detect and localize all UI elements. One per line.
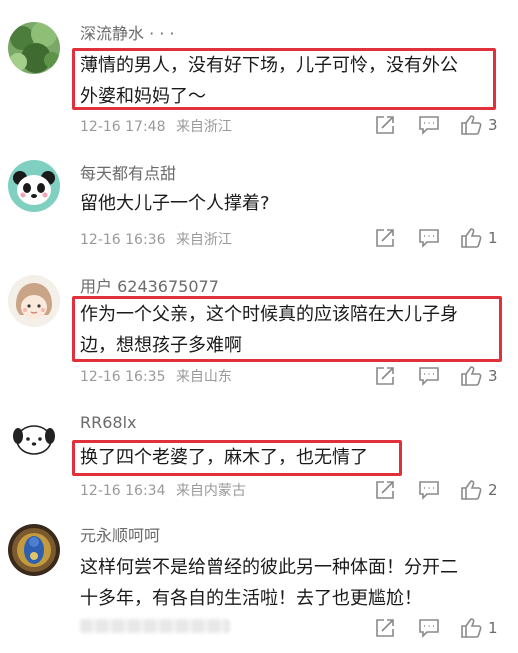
username[interactable]: 用户 6243675077 xyxy=(80,277,219,297)
reply-button[interactable] xyxy=(418,227,440,249)
comment-text: 作为一个父亲，这个时候真的应该陪在大儿子身 边，想想孩子多难啊 xyxy=(80,299,490,361)
comment-actions: 3 xyxy=(374,114,504,138)
avatar[interactable] xyxy=(8,275,60,327)
comment-date: 12-16 17:48 xyxy=(80,119,166,135)
like-button[interactable] xyxy=(460,617,482,639)
comment-text-line: 换了四个老婆了，麻木了，也无情了 xyxy=(80,447,368,468)
avatar[interactable] xyxy=(8,524,60,576)
comment-text-line: 边，想想孩子多难啊 xyxy=(80,335,242,356)
comment-actions: 3 xyxy=(374,365,504,389)
comment-text: 留他大儿子一个人撑着? xyxy=(80,188,490,219)
share-icon xyxy=(376,367,394,385)
reply-button[interactable] xyxy=(418,479,440,501)
like-count: 1 xyxy=(488,619,498,637)
reply-button[interactable] xyxy=(418,114,440,136)
like-count: 2 xyxy=(488,481,498,499)
blue-buddha-avatar-icon xyxy=(8,524,60,576)
thumbs-up-icon xyxy=(461,228,482,248)
share-icon xyxy=(376,116,394,134)
comment-meta: 12-16 17:48 来自浙江 xyxy=(80,118,238,136)
username[interactable]: 元永顺呵呵 xyxy=(80,526,160,546)
thumbs-up-icon xyxy=(461,480,482,500)
thumbs-up-icon xyxy=(461,618,482,638)
share-button[interactable] xyxy=(374,365,396,387)
comment-icon xyxy=(419,229,439,248)
like-button[interactable] xyxy=(460,227,482,249)
share-button[interactable] xyxy=(374,617,396,639)
leaves-avatar-icon xyxy=(8,22,60,74)
comment-text-line: 作为一个父亲，这个时候真的应该陪在大儿子身 xyxy=(80,304,458,325)
comment-meta: 12-16 16:35 来自山东 xyxy=(80,368,238,386)
share-button[interactable] xyxy=(374,114,396,136)
comment-date: 12-16 16:36 xyxy=(80,232,166,248)
comment-actions: 1 xyxy=(374,617,504,641)
thumbs-up-icon xyxy=(461,115,482,135)
comment-actions: 1 xyxy=(374,227,504,251)
reply-button[interactable] xyxy=(418,617,440,639)
like-count: 1 xyxy=(488,229,498,247)
avatar[interactable] xyxy=(8,22,60,74)
username[interactable]: RR68lx xyxy=(80,413,137,433)
comment-text-line: 留他大儿子一个人撑着? xyxy=(80,193,270,214)
comment-icon xyxy=(419,116,439,135)
dog-avatar-icon xyxy=(8,412,60,464)
avatar[interactable] xyxy=(8,412,60,464)
comment-icon xyxy=(419,619,439,638)
like-button[interactable] xyxy=(460,114,482,136)
panda-avatar-icon xyxy=(8,160,60,212)
comment-text: 换了四个老婆了，麻木了，也无情了 xyxy=(80,442,490,473)
like-count: 3 xyxy=(488,367,498,385)
share-icon xyxy=(376,229,394,247)
share-button[interactable] xyxy=(374,479,396,501)
username[interactable]: 深流静水 · · · xyxy=(80,24,175,44)
like-button[interactable] xyxy=(460,479,482,501)
avatar[interactable] xyxy=(8,160,60,212)
comment-location: 来自浙江 xyxy=(175,119,232,135)
reply-button[interactable] xyxy=(418,365,440,387)
comment-text: 这样何尝不是给曾经的彼此另一种体面！分开二 十多年，有各自的生活啦！去了也更尴尬… xyxy=(80,552,490,614)
thumbs-up-icon xyxy=(461,366,482,386)
comment-date: 12-16 16:34 xyxy=(80,483,166,499)
comment-text: 薄情的男人，没有好下场，儿子可怜，没有外公 外婆和妈妈了～ xyxy=(80,50,490,112)
comment-location: 来自内蒙古 xyxy=(175,483,246,499)
comment-date: 12-16 16:35 xyxy=(80,369,166,385)
comment-meta: 12-16 16:36 来自浙江 xyxy=(80,231,238,249)
comment-text-line: 外婆和妈妈了～ xyxy=(80,86,206,107)
comment-meta: 12-16 16:34 来自内蒙古 xyxy=(80,482,252,500)
like-button[interactable] xyxy=(460,365,482,387)
share-button[interactable] xyxy=(374,227,396,249)
share-icon xyxy=(376,619,394,637)
comment-icon xyxy=(419,481,439,500)
comment-icon xyxy=(419,367,439,386)
blurred-meta xyxy=(80,619,230,633)
comment-text-line: 这样何尝不是给曾经的彼此另一种体面！分开二 xyxy=(80,557,458,578)
comment-location: 来自浙江 xyxy=(175,232,232,248)
username[interactable]: 每天都有点甜 xyxy=(80,164,176,184)
like-count: 3 xyxy=(488,116,498,134)
comment-location: 来自山东 xyxy=(175,369,232,385)
share-icon xyxy=(376,481,394,499)
comment-actions: 2 xyxy=(374,479,504,503)
cartoon-girl-avatar-icon xyxy=(8,275,60,327)
comment-text-line: 十多年，有各自的生活啦！去了也更尴尬！ xyxy=(80,588,422,609)
comment-text-line: 薄情的男人，没有好下场，儿子可怜，没有外公 xyxy=(80,55,458,76)
